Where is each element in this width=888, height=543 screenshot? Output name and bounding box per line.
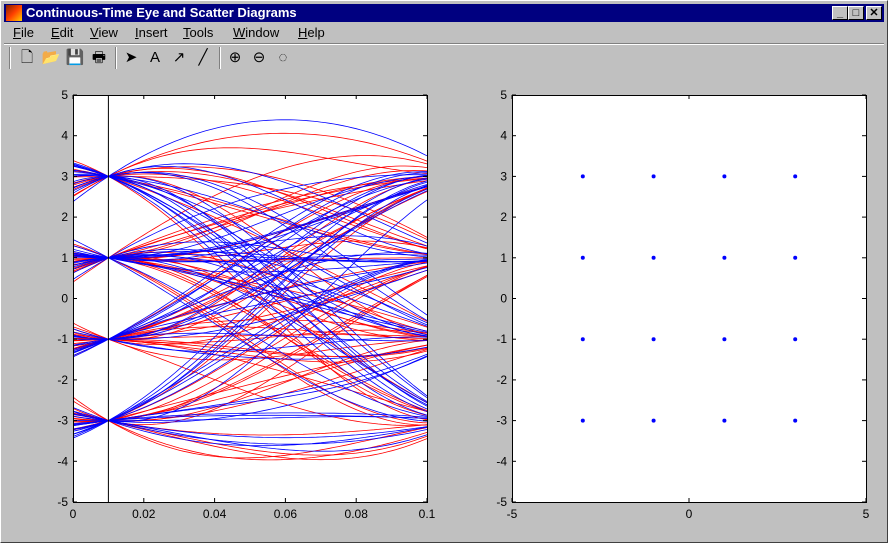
eye-ytick-label: -4 [57,454,68,468]
scatter-xtick-label: 0 [686,507,693,521]
scatter-point [651,174,656,179]
eye-xtick-label: 0.04 [203,507,227,521]
eye-ytick-label: 5 [61,88,68,102]
scatter-point [651,418,656,423]
eye-ytick-label: 0 [61,292,68,306]
scatter-ytick-label: -2 [496,373,507,387]
eye-ytick-label: 4 [61,129,68,143]
scatter-ytick-label: 2 [500,210,507,224]
eye-xtick-label: 0.1 [419,507,436,521]
eye-xtick-label: 0 [70,507,77,521]
scatter-diagram-axes[interactable]: -5 0 5 5 4 3 2 1 0 -1 -2 -3 -4 -5 [496,88,869,521]
eye-diagram-axes[interactable]: 0 0.02 0.04 0.06 0.08 0.1 5 4 3 2 1 0 -1 -2 -3 -4 -5 [57,88,435,521]
scatter-ytick-label: -1 [496,332,507,346]
scatter-ytick-label: -4 [496,454,507,468]
scatter-point [580,255,585,260]
scatter-point [580,337,585,342]
scatter-point [722,174,727,179]
scatter-point [580,418,585,423]
figure-canvas: 0 0.02 0.04 0.06 0.08 0.1543210-1-2-3-4-5 -5 0… [57,88,869,521]
eye-xtick-label: 0.08 [345,507,369,521]
eye-xtick-label: 0.06 [274,507,298,521]
scatter-xtick-label: -5 [507,507,518,521]
eye-ytick-label: 3 [61,169,68,183]
scatter-ytick-label: 5 [500,88,507,102]
scatter-point [793,418,798,423]
scatter-point [651,255,656,260]
scatter-plot-area [512,95,866,502]
scatter-point [722,337,727,342]
eye-ytick-label: 1 [61,251,68,265]
scatter-ytick-label: -3 [496,414,507,428]
scatter-ytick-label: 4 [500,129,507,143]
scatter-point [722,255,727,260]
eye-ytick-label: -3 [57,414,68,428]
scatter-ytick-label: 0 [500,292,507,306]
scatter-point [793,255,798,260]
scatter-point [793,337,798,342]
eye-xtick-label: 0.02 [132,507,156,521]
eye-ytick-label: 2 [61,210,68,224]
scatter-ytick-label: 1 [500,251,507,265]
scatter-point [722,418,727,423]
scatter-point [651,337,656,342]
scatter-ytick-label: 3 [500,169,507,183]
eye-ytick-label: -2 [57,373,68,387]
scatter-xtick-label: 5 [863,507,870,521]
eye-ytick-label: -5 [57,495,68,509]
scatter-point [793,174,798,179]
scatter-point [580,174,585,179]
eye-ytick-label: -1 [57,332,68,346]
scatter-ytick-label: -5 [496,495,507,509]
